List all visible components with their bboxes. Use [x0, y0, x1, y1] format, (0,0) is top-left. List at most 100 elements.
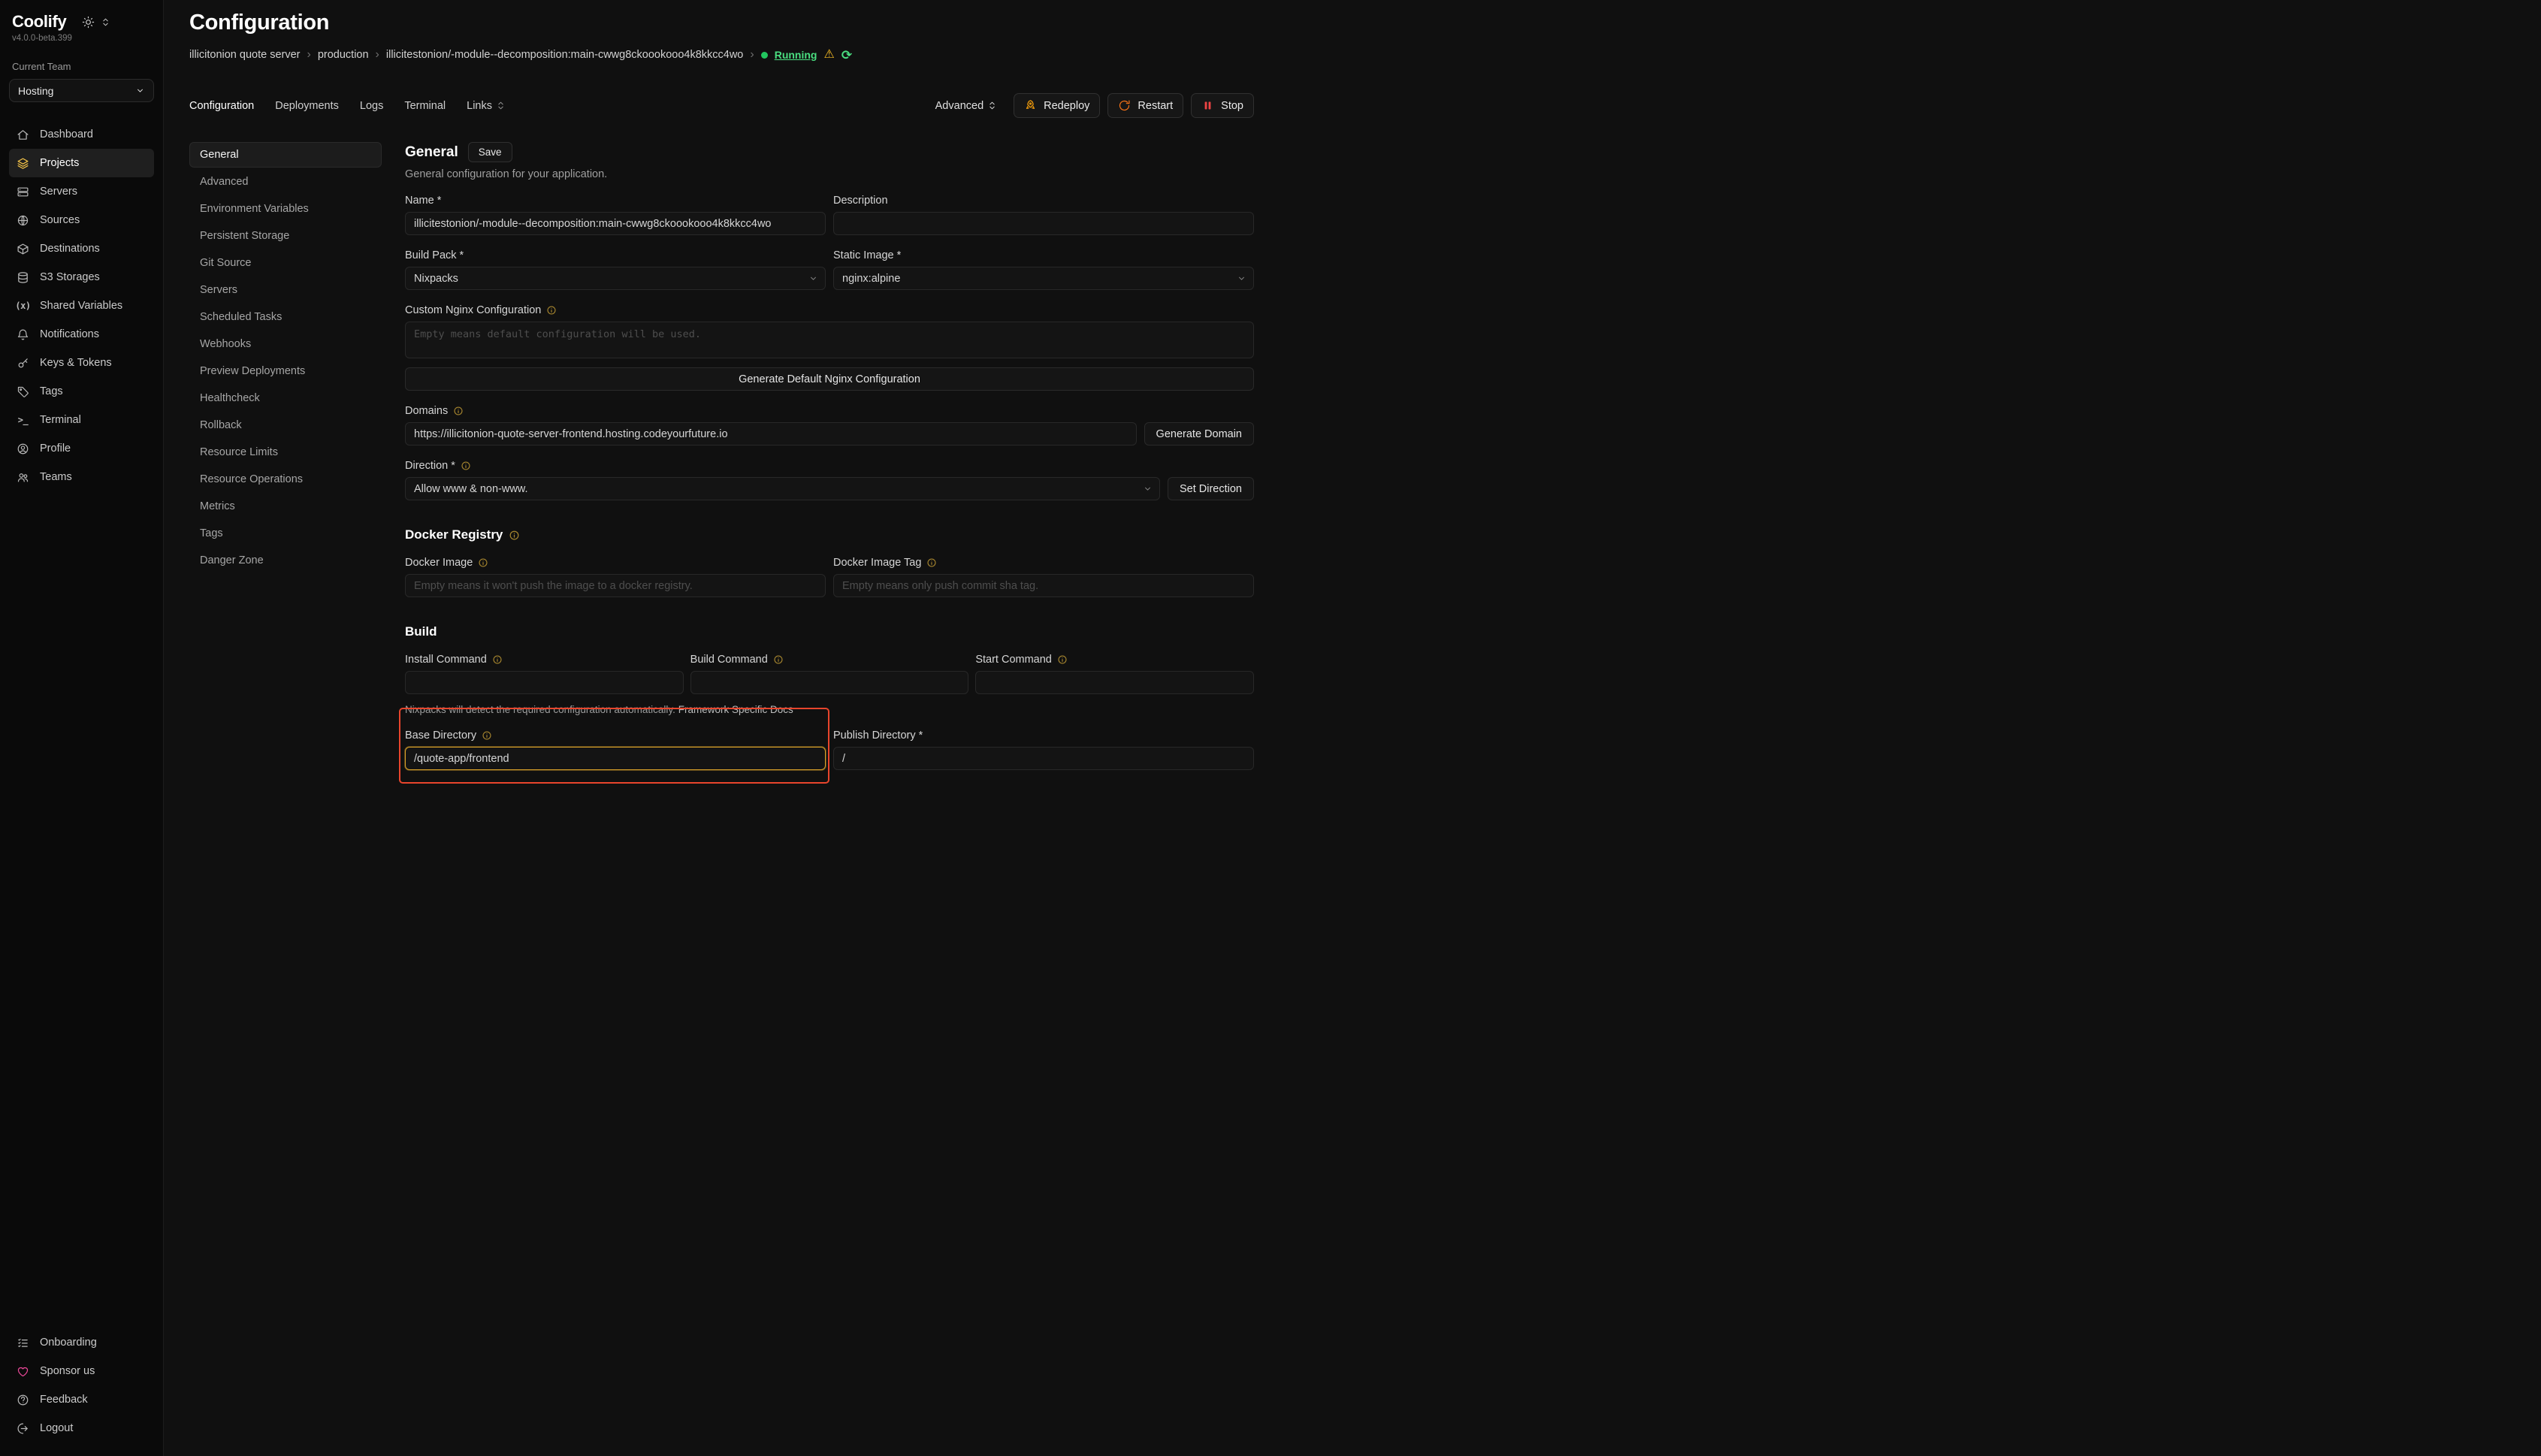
layers-icon	[16, 157, 30, 170]
subnav-item-general[interactable]: General	[189, 142, 382, 168]
sidebar-item-keys-tokens[interactable]: Keys & Tokens	[9, 349, 154, 377]
subnav-item-git-source[interactable]: Git Source	[189, 250, 382, 276]
domains-input[interactable]	[405, 422, 1137, 446]
sidebar-item-onboarding[interactable]: Onboarding	[9, 1328, 154, 1357]
generate-domain-button[interactable]: Generate Domain	[1144, 422, 1254, 446]
build-pack-value: Nixpacks	[414, 273, 458, 285]
docker-image-tag-input[interactable]	[833, 574, 1254, 597]
subnav-item-environment-variables[interactable]: Environment Variables	[189, 196, 382, 222]
install-command-input[interactable]	[405, 671, 684, 694]
build-pack-select[interactable]: Nixpacks	[405, 267, 826, 290]
subnav-item-webhooks[interactable]: Webhooks	[189, 331, 382, 357]
static-image-select[interactable]: nginx:alpine	[833, 267, 1254, 290]
info-icon[interactable]	[461, 461, 471, 471]
generate-nginx-button[interactable]: Generate Default Nginx Configuration	[405, 367, 1254, 391]
tab-logs[interactable]: Logs	[360, 100, 383, 112]
info-icon[interactable]	[773, 654, 784, 665]
breadcrumb-environment[interactable]: production	[318, 49, 369, 61]
subnav-item-danger-zone[interactable]: Danger Zone	[189, 548, 382, 573]
sidebar-item-servers[interactable]: Servers	[9, 177, 154, 206]
sidebar-item-sources[interactable]: Sources	[9, 206, 154, 234]
subnav-item-metrics[interactable]: Metrics	[189, 494, 382, 519]
info-icon[interactable]	[492, 654, 503, 665]
framework-docs-link[interactable]: Framework Specific Docs	[678, 704, 793, 715]
team-select[interactable]: Hosting	[9, 79, 154, 102]
info-icon[interactable]	[926, 557, 937, 568]
subnav-item-resource-limits[interactable]: Resource Limits	[189, 440, 382, 465]
info-icon[interactable]	[509, 530, 520, 541]
sidebar-item-destinations[interactable]: Destinations	[9, 234, 154, 263]
docker-image-input[interactable]	[405, 574, 826, 597]
info-icon[interactable]	[1057, 654, 1068, 665]
stop-button[interactable]: Stop	[1191, 93, 1254, 118]
click-highlight-annotation	[399, 708, 829, 784]
sidebar-item-label: Projects	[40, 157, 79, 169]
status-running-link[interactable]: Running	[775, 49, 817, 61]
sidebar-item-shared-variables[interactable]: (x) Shared Variables	[9, 292, 154, 320]
name-input[interactable]	[405, 212, 826, 235]
info-icon[interactable]	[546, 305, 557, 316]
theme-sun-icon[interactable]	[82, 16, 95, 29]
restart-button[interactable]: Restart	[1107, 93, 1183, 118]
subnav-item-tags[interactable]: Tags	[189, 521, 382, 546]
tab-deployments[interactable]: Deployments	[275, 100, 339, 112]
sidebar-item-projects[interactable]: Projects	[9, 149, 154, 177]
docker-image-label: Docker Image	[405, 557, 473, 569]
refresh-status-icon[interactable]: ⟳	[841, 49, 852, 62]
redeploy-button[interactable]: Redeploy	[1014, 93, 1100, 118]
sidebar-item-tags[interactable]: Tags	[9, 377, 154, 406]
team-select-value: Hosting	[18, 85, 53, 97]
tabbar: Configuration Deployments Logs Terminal …	[189, 93, 1254, 118]
base-directory-input[interactable]	[405, 747, 826, 770]
subnav-item-healthcheck[interactable]: Healthcheck	[189, 385, 382, 411]
subnav-item-resource-operations[interactable]: Resource Operations	[189, 467, 382, 492]
sidebar-item-label: Teams	[40, 471, 72, 483]
sidebar-item-feedback[interactable]: Feedback	[9, 1385, 154, 1414]
chevrons-up-down-icon	[987, 101, 997, 110]
subnav-item-persistent-storage[interactable]: Persistent Storage	[189, 223, 382, 249]
direction-select[interactable]: Allow www & non-www.	[405, 477, 1160, 500]
build-command-input[interactable]	[690, 671, 969, 694]
chevrons-up-down-icon[interactable]	[101, 17, 110, 27]
tab-terminal[interactable]: Terminal	[404, 100, 446, 112]
sidebar-item-dashboard[interactable]: Dashboard	[9, 120, 154, 149]
main-content: Configuration illicitonion quote server …	[164, 0, 1270, 728]
info-icon[interactable]	[478, 557, 488, 568]
variable-icon: (x)	[16, 301, 30, 311]
sidebar-item-terminal[interactable]: >_ Terminal	[9, 406, 154, 434]
breadcrumb-project[interactable]: illicitonion quote server	[189, 49, 301, 61]
subnav-item-rollback[interactable]: Rollback	[189, 412, 382, 438]
sidebar-item-s3-storages[interactable]: S3 Storages	[9, 263, 154, 292]
start-command-input[interactable]	[975, 671, 1254, 694]
breadcrumb-application[interactable]: illicitestonion/-module--decomposition:m…	[386, 49, 744, 61]
warning-icon[interactable]: ⚠	[823, 49, 834, 61]
advanced-dropdown[interactable]: Advanced	[935, 100, 998, 112]
sidebar-item-teams[interactable]: Teams	[9, 463, 154, 491]
docker-registry-heading: Docker Registry	[405, 527, 503, 542]
help-icon	[16, 1394, 30, 1406]
sidebar-item-label: Feedback	[40, 1394, 88, 1406]
note-text: Nixpacks will detect the required config…	[405, 704, 675, 715]
tab-configuration[interactable]: Configuration	[189, 100, 254, 112]
set-direction-button[interactable]: Set Direction	[1168, 477, 1254, 500]
publish-directory-input[interactable]	[833, 747, 1254, 770]
sidebar-item-sponsor[interactable]: Sponsor us	[9, 1357, 154, 1385]
save-button[interactable]: Save	[468, 142, 512, 162]
stop-label: Stop	[1221, 100, 1243, 112]
info-icon[interactable]	[482, 730, 492, 741]
nginx-config-textarea[interactable]	[405, 322, 1254, 358]
subnav-item-preview-deployments[interactable]: Preview Deployments	[189, 358, 382, 384]
description-input[interactable]	[833, 212, 1254, 235]
build-heading: Build	[405, 624, 437, 639]
heart-icon	[16, 1365, 30, 1378]
subnav-item-scheduled-tasks[interactable]: Scheduled Tasks	[189, 304, 382, 330]
info-icon[interactable]	[453, 406, 464, 416]
sidebar-item-notifications[interactable]: Notifications	[9, 320, 154, 349]
sidebar-item-profile[interactable]: Profile	[9, 434, 154, 463]
sidebar-item-logout[interactable]: Logout	[9, 1414, 154, 1442]
sidebar-footer: Onboarding Sponsor us Feedback Logout	[9, 1328, 154, 1442]
nixpacks-note: Nixpacks will detect the required config…	[405, 704, 1254, 715]
tab-links[interactable]: Links	[467, 100, 506, 112]
subnav-item-advanced[interactable]: Advanced	[189, 169, 382, 195]
subnav-item-servers[interactable]: Servers	[189, 277, 382, 303]
